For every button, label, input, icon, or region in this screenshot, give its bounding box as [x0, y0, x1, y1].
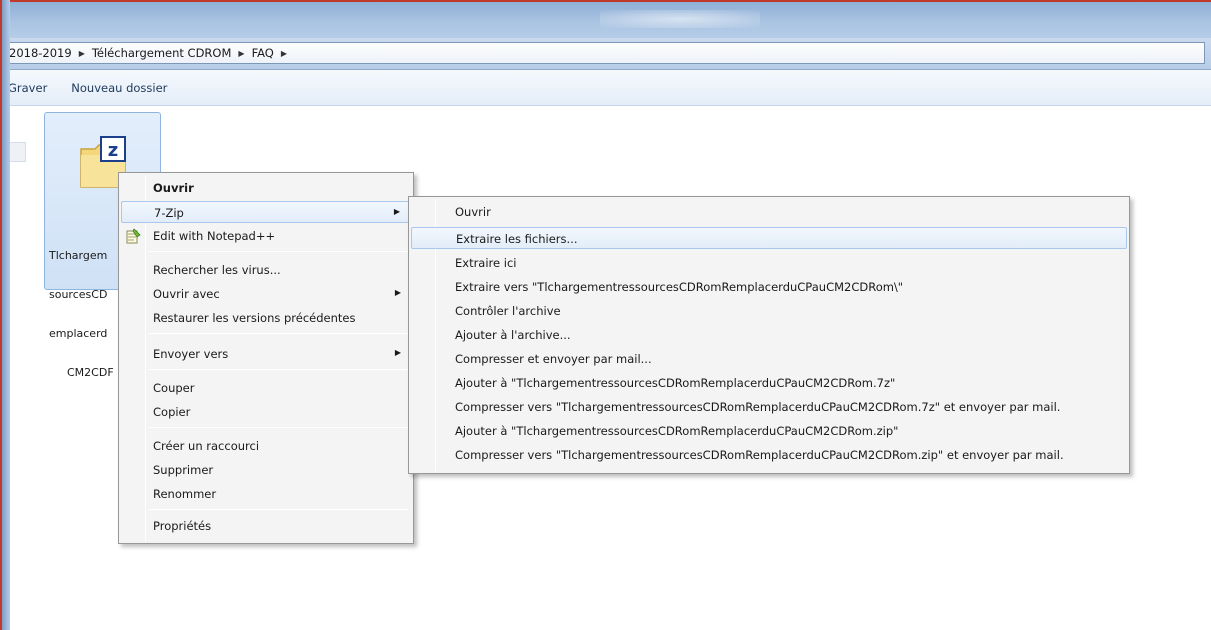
menu-item-label: Ajouter à "TlchargementressourcesCDRomRe… — [455, 376, 896, 390]
zip-item-compress-zip-email[interactable]: Compresser vers "TlchargementressourcesC… — [411, 444, 1127, 466]
chevron-right-icon[interactable]: ▶ — [281, 49, 287, 58]
command-toolbar: Graver Nouveau dossier — [0, 70, 1211, 106]
menu-item-label: Extraire les fichiers... — [456, 232, 578, 246]
menu-item-label: Contrôler l'archive — [455, 304, 561, 318]
menu-item-open-with[interactable]: Ouvrir avec ▶ — [121, 283, 411, 305]
zip-item-extract-here[interactable]: Extraire ici — [411, 252, 1127, 274]
menu-item-label: Ouvrir — [153, 181, 194, 195]
menu-item-7zip[interactable]: 7-Zip ▶ — [121, 201, 411, 223]
svg-text:z: z — [108, 140, 118, 161]
menu-item-label: Propriétés — [153, 519, 212, 533]
notepad-plus-plus-icon — [126, 228, 141, 244]
explorer-window: 2018-2019 ▶ Téléchargement CDROM ▶ FAQ ▶… — [0, 0, 1211, 630]
menu-item-restore-versions[interactable]: Restaurer les versions précédentes — [121, 307, 411, 329]
menu-item-label: Compresser vers "TlchargementressourcesC… — [455, 400, 1061, 414]
menu-item-label: Ouvrir — [455, 205, 491, 219]
menu-item-label: Copier — [153, 405, 191, 419]
window-left-border — [0, 0, 10, 630]
menu-item-create-shortcut[interactable]: Créer un raccourci — [121, 435, 411, 457]
menu-item-delete[interactable]: Supprimer — [121, 459, 411, 481]
menu-item-properties[interactable]: Propriétés — [121, 515, 411, 537]
menu-item-open[interactable]: Ouvrir — [121, 177, 411, 199]
menu-separator — [149, 427, 409, 428]
menu-item-label: Extraire ici — [455, 256, 517, 270]
menu-item-label: 7-Zip — [154, 206, 184, 220]
title-bar[interactable] — [0, 0, 1211, 38]
menu-item-copy[interactable]: Copier — [121, 401, 411, 423]
breadcrumb[interactable]: 2018-2019 ▶ Téléchargement CDROM ▶ FAQ ▶ — [0, 42, 1205, 64]
zip-item-test-archive[interactable]: Contrôler l'archive — [411, 300, 1127, 322]
navigation-pane-edge — [10, 142, 26, 162]
zip-item-compress-7z-email[interactable]: Compresser vers "TlchargementressourcesC… — [411, 396, 1127, 418]
zip-item-extract-to-folder[interactable]: Extraire vers "TlchargementressourcesCDR… — [411, 276, 1127, 298]
zip-item-add-to-zip[interactable]: Ajouter à "TlchargementressourcesCDRomRe… — [411, 420, 1127, 442]
breadcrumb-label: Téléchargement CDROM — [91, 46, 232, 60]
context-menu: Ouvrir 7-Zip ▶ Edit with Notepad++ Reche… — [118, 172, 414, 544]
menu-item-edit-notepad[interactable]: Edit with Notepad++ — [121, 225, 411, 247]
menu-item-label: Compresser vers "TlchargementressourcesC… — [455, 448, 1064, 462]
chevron-right-icon[interactable]: ▶ — [238, 49, 244, 58]
menu-item-label: Edit with Notepad++ — [153, 229, 276, 243]
zip-item-compress-email[interactable]: Compresser et envoyer par mail... — [411, 348, 1127, 370]
submenu-arrow-icon: ▶ — [393, 207, 400, 216]
menu-item-send-to[interactable]: Envoyer vers ▶ — [121, 343, 411, 365]
menu-item-label: Créer un raccourci — [153, 439, 260, 453]
menu-item-label: Extraire vers "TlchargementressourcesCDR… — [455, 280, 904, 294]
menu-item-label: Rechercher les virus... — [153, 263, 281, 277]
zip-item-add-to-archive[interactable]: Ajouter à l'archive... — [411, 324, 1127, 346]
menu-separator — [149, 333, 409, 334]
breadcrumb-label: FAQ — [251, 46, 274, 60]
menu-separator — [149, 509, 409, 510]
menu-item-label: Compresser et envoyer par mail... — [455, 352, 652, 366]
menu-item-label: Ajouter à l'archive... — [455, 328, 571, 342]
new-folder-button[interactable]: Nouveau dossier — [63, 70, 183, 106]
address-bar-area: 2018-2019 ▶ Téléchargement CDROM ▶ FAQ ▶ — [0, 38, 1211, 70]
menu-item-label: Ouvrir avec — [153, 287, 220, 301]
menu-item-rename[interactable]: Renommer — [121, 483, 411, 505]
title-glow — [600, 10, 760, 28]
menu-separator — [149, 369, 409, 370]
breadcrumb-item-year[interactable]: 2018-2019 ▶ — [9, 46, 92, 60]
breadcrumb-item-telechargement[interactable]: Téléchargement CDROM ▶ — [92, 46, 252, 60]
menu-item-label: Renommer — [153, 487, 217, 501]
chevron-right-icon[interactable]: ▶ — [79, 49, 85, 58]
breadcrumb-item-faq[interactable]: FAQ ▶ — [252, 46, 294, 60]
menu-item-label: Restaurer les versions précédentes — [153, 311, 356, 325]
zip-item-add-to-7z[interactable]: Ajouter à "TlchargementressourcesCDRomRe… — [411, 372, 1127, 394]
menu-item-label: Ajouter à "TlchargementressourcesCDRomRe… — [455, 424, 899, 438]
menu-item-label: Supprimer — [153, 463, 214, 477]
zip-item-open[interactable]: Ouvrir — [411, 201, 1127, 223]
submenu-arrow-icon: ▶ — [394, 288, 401, 297]
menu-separator — [149, 251, 409, 252]
submenu-arrow-icon: ▶ — [394, 348, 401, 357]
menu-item-scan-virus[interactable]: Rechercher les virus... — [121, 259, 411, 281]
menu-item-label: Envoyer vers — [153, 347, 229, 361]
menu-item-cut[interactable]: Couper — [121, 377, 411, 399]
7zip-submenu: Ouvrir Extraire les fichiers... Extraire… — [408, 196, 1130, 474]
breadcrumb-label: 2018-2019 — [9, 46, 72, 60]
menu-item-label: Couper — [153, 381, 195, 395]
zip-item-extract-files[interactable]: Extraire les fichiers... — [411, 227, 1127, 249]
